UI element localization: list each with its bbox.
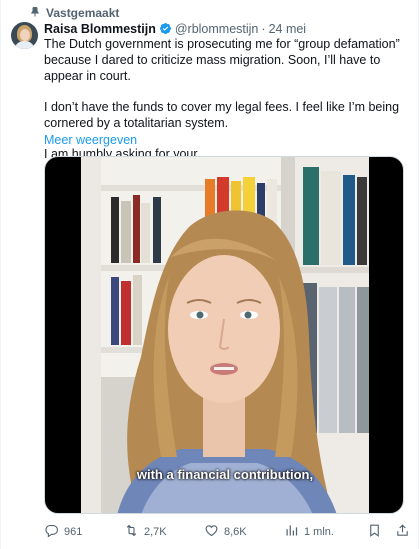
action-bar: 961 2,7K 8,6K 1 mln. <box>44 522 410 542</box>
analytics-icon <box>284 523 299 541</box>
separator: · <box>261 21 266 36</box>
like-button[interactable]: 8,6K <box>204 523 247 541</box>
tweet-date[interactable]: 24 mei <box>269 22 307 36</box>
tweet-paragraph: I don’t have the funds to cover my legal… <box>44 100 400 130</box>
share-button[interactable] <box>395 523 410 541</box>
tweet[interactable]: Vastgemaakt Raisa Blommestijn @rblommest… <box>0 0 419 549</box>
tweet-paragraph: The Dutch government is prosecuting me f… <box>44 37 400 83</box>
author-handle[interactable]: @rblommestijn <box>175 22 259 36</box>
reply-count: 961 <box>64 526 83 538</box>
pinned-indicator: Vastgemaakt <box>29 6 119 20</box>
reply-button[interactable]: 961 <box>44 523 82 541</box>
video-player[interactable]: with a financial contribution, <box>44 156 404 514</box>
tweet-header: Raisa Blommestijn @rblommestijn · 24 mei <box>44 20 306 37</box>
verified-badge-icon[interactable] <box>159 22 172 35</box>
author-name[interactable]: Raisa Blommestijn <box>44 22 156 36</box>
retweet-button[interactable]: 2,7K <box>124 523 167 541</box>
like-count: 8,6K <box>224 526 247 538</box>
avatar[interactable] <box>11 22 38 49</box>
views-count: 1 mln. <box>304 526 334 538</box>
retweet-icon <box>124 523 139 541</box>
bookmark-button[interactable] <box>367 523 382 541</box>
views-button[interactable]: 1 mln. <box>284 523 334 541</box>
bookmark-icon <box>367 523 382 541</box>
show-more-link[interactable]: Meer weergeven <box>44 133 137 147</box>
retweet-count: 2,7K <box>144 526 167 538</box>
pinned-label: Vastgemaakt <box>46 6 120 20</box>
video-frame <box>81 157 369 513</box>
video-subtitle: with a financial contribution, <box>136 467 314 482</box>
heart-icon <box>204 523 219 541</box>
pin-icon <box>29 6 41 21</box>
share-icon <box>395 523 410 541</box>
reply-icon <box>44 523 59 541</box>
